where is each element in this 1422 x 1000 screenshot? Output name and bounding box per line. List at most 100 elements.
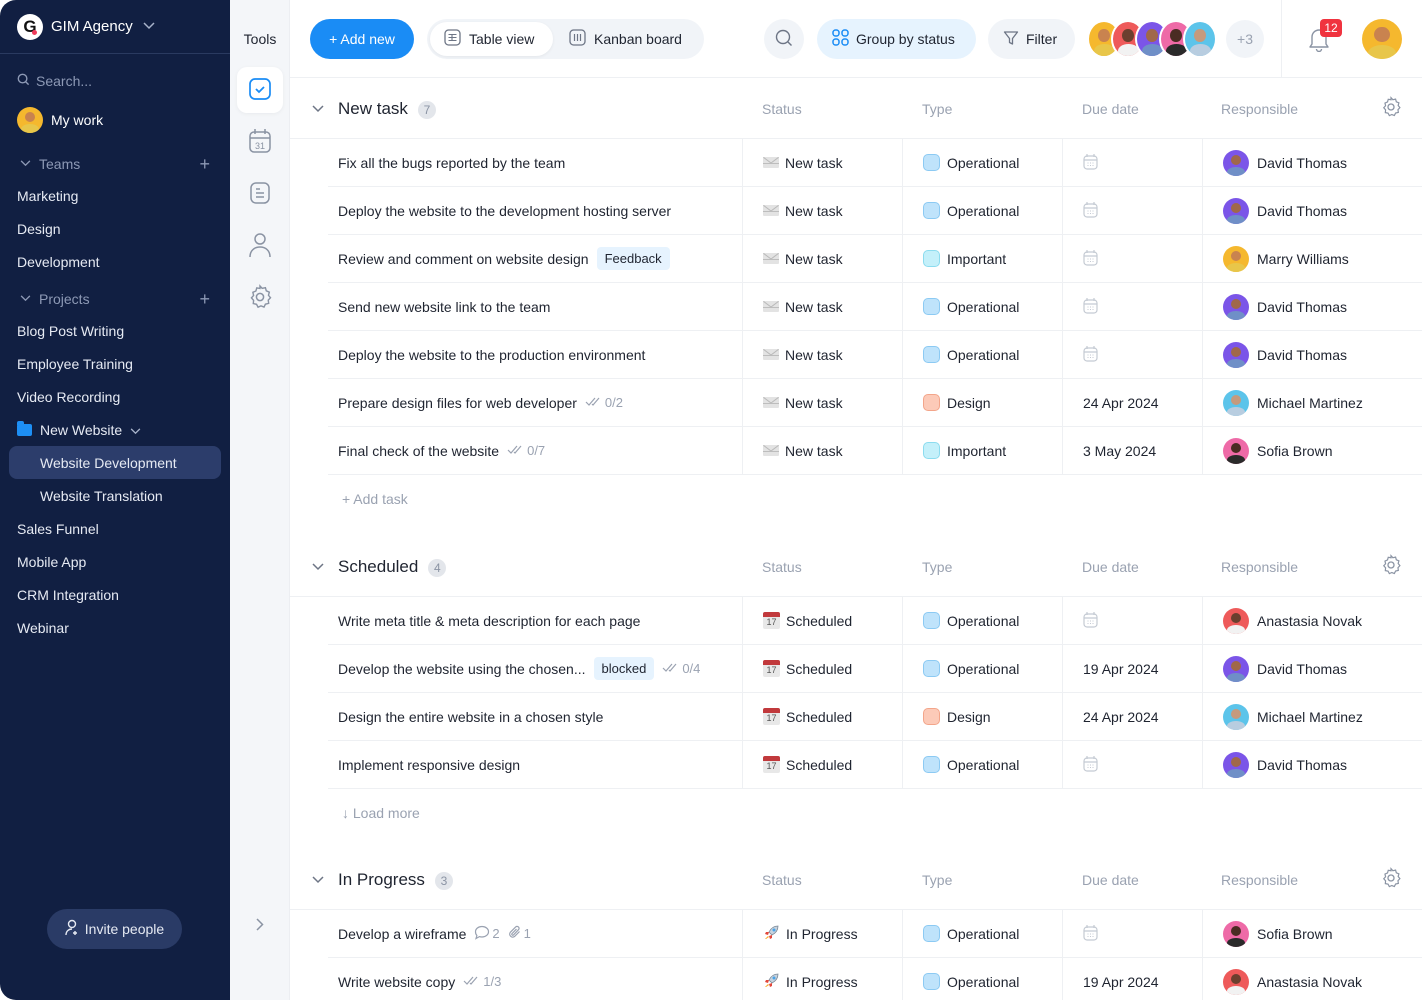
responsible-cell[interactable]: Anastasia Novak [1202,958,1422,1000]
table-row[interactable]: Design the entire website in a chosen st… [328,693,1422,741]
responsible-cell[interactable]: David Thomas [1202,283,1422,330]
invite-people-button[interactable]: Invite people [47,909,182,949]
tool-people[interactable] [237,223,283,269]
table-row[interactable]: Deploy the website to the production env… [328,331,1422,379]
task-name-cell[interactable]: Deploy the website to the development ho… [338,187,742,234]
add-new-button[interactable]: + Add new [310,19,414,59]
column-header-responsible[interactable]: Responsible [1221,872,1298,888]
task-name-cell[interactable]: Prepare design files for web developer 0/… [338,379,742,426]
column-header-type[interactable]: Type [922,559,952,575]
task-name-cell[interactable]: Fix all the bugs reported by the team [338,139,742,186]
task-name-cell[interactable]: Develop a wireframe 2 1 [338,910,742,957]
task-name[interactable]: Prepare design files for web developer [338,395,577,411]
table-row[interactable]: Write website copy 1/3 In Progress Operatio… [328,958,1422,1000]
task-name[interactable]: Deploy the website to the development ho… [338,203,671,219]
due-date-cell[interactable] [1062,187,1202,234]
responsible-cell[interactable]: Marry Williams [1202,235,1422,282]
due-date-cell[interactable] [1062,139,1202,186]
expand-rail-button[interactable] [230,918,290,936]
responsible-cell[interactable]: David Thomas [1202,741,1422,788]
responsible-cell[interactable]: David Thomas [1202,139,1422,186]
due-date-cell[interactable]: 3 May 2024 [1062,427,1202,474]
task-name[interactable]: Final check of the website [338,443,499,459]
load-more-button[interactable]: ↓ Load more [290,789,1422,837]
status-cell[interactable]: 17 Scheduled [742,741,902,788]
task-name[interactable]: Send new website link to the team [338,299,550,315]
column-header-status[interactable]: Status [762,872,802,888]
status-cell[interactable]: New task [742,187,902,234]
sidebar-item-project[interactable]: Blog Post Writing [0,314,230,347]
teams-section-header[interactable]: Teams + [0,149,230,179]
sidebar-item-website-translation[interactable]: Website Translation [0,479,230,512]
group-title[interactable]: New task 7 [338,99,436,119]
type-cell[interactable]: Important [902,427,1062,474]
task-name-cell[interactable]: Write website copy 1/3 [338,958,742,1000]
type-cell[interactable]: Operational [902,597,1062,644]
gear-icon[interactable] [1380,554,1402,579]
responsible-cell[interactable]: Michael Martinez [1202,693,1422,740]
due-date-cell[interactable] [1062,597,1202,644]
chevron-down-icon[interactable] [312,560,324,574]
task-name[interactable]: Develop the website using the chosen... [338,661,586,677]
responsible-cell[interactable]: David Thomas [1202,187,1422,234]
task-name[interactable]: Write website copy [338,974,455,990]
chevron-down-icon[interactable] [312,873,324,887]
type-cell[interactable]: Operational [902,958,1062,1000]
task-name-cell[interactable]: Final check of the website 0/7 [338,427,742,474]
type-cell[interactable]: Operational [902,331,1062,378]
task-name-cell[interactable]: Send new website link to the team [338,283,742,330]
type-cell[interactable]: Design [902,693,1062,740]
filter-button[interactable]: Filter [988,19,1075,59]
due-date-cell[interactable]: 24 Apr 2024 [1062,379,1202,426]
due-date-cell[interactable]: 24 Apr 2024 [1062,693,1202,740]
task-name[interactable]: Design the entire website in a chosen st… [338,709,603,725]
type-cell[interactable]: Operational [902,283,1062,330]
table-row[interactable]: Develop the website using the chosen... b… [328,645,1422,693]
task-name-cell[interactable]: Review and comment on website design Feed… [338,235,742,282]
task-name[interactable]: Review and comment on website design [338,251,589,267]
group-title[interactable]: In Progress 3 [338,870,453,890]
sidebar-item-team[interactable]: Marketing [0,179,230,212]
due-date-cell[interactable] [1062,741,1202,788]
comments-count[interactable]: 2 [474,925,500,943]
table-row[interactable]: Implement responsive design 17 Scheduled Op… [328,741,1422,789]
column-header-type[interactable]: Type [922,872,952,888]
add-task-button[interactable]: + Add task [290,475,1422,523]
task-name[interactable]: Implement responsive design [338,757,520,773]
add-project-icon[interactable]: + [199,289,210,310]
due-date-cell[interactable] [1062,331,1202,378]
search-button[interactable] [764,19,804,59]
table-row[interactable]: Write meta title & meta description for … [328,597,1422,645]
responsible-cell[interactable]: Sofia Brown [1202,427,1422,474]
task-name[interactable]: Develop a wireframe [338,926,466,942]
chevron-down-icon[interactable] [312,102,324,116]
table-row[interactable]: Deploy the website to the development ho… [328,187,1422,235]
sidebar-search[interactable]: Search... [0,67,230,95]
type-cell[interactable]: Operational [902,645,1062,692]
table-row[interactable]: Fix all the bugs reported by the team New… [328,139,1422,187]
responsible-cell[interactable]: Sofia Brown [1202,910,1422,957]
table-row[interactable]: Send new website link to the team New tas… [328,283,1422,331]
gear-icon[interactable] [1380,96,1402,121]
avatar[interactable] [1183,20,1217,58]
column-header-responsible[interactable]: Responsible [1221,101,1298,117]
type-cell[interactable]: Important [902,235,1062,282]
team-members[interactable] [1087,20,1217,58]
sidebar-item-website-development[interactable]: Website Development [9,446,221,479]
sidebar-item-team[interactable]: Design [0,212,230,245]
due-date-cell[interactable] [1062,283,1202,330]
tool-documents[interactable] [237,171,283,217]
status-cell[interactable]: New task [742,235,902,282]
group-by-status-button[interactable]: Group by status [817,19,976,59]
column-header-due-date[interactable]: Due date [1082,101,1139,117]
sidebar-item-team[interactable]: Development [0,245,230,278]
task-tag[interactable]: Feedback [596,247,670,270]
type-cell[interactable]: Operational [902,741,1062,788]
status-cell[interactable]: New task [742,331,902,378]
type-cell[interactable]: Operational [902,910,1062,957]
responsible-cell[interactable]: Anastasia Novak [1202,597,1422,644]
sidebar-item-project[interactable]: Employee Training [0,347,230,380]
type-cell[interactable]: Operational [902,187,1062,234]
task-name-cell[interactable]: Design the entire website in a chosen st… [338,693,742,740]
task-name-cell[interactable]: Deploy the website to the production env… [338,331,742,378]
